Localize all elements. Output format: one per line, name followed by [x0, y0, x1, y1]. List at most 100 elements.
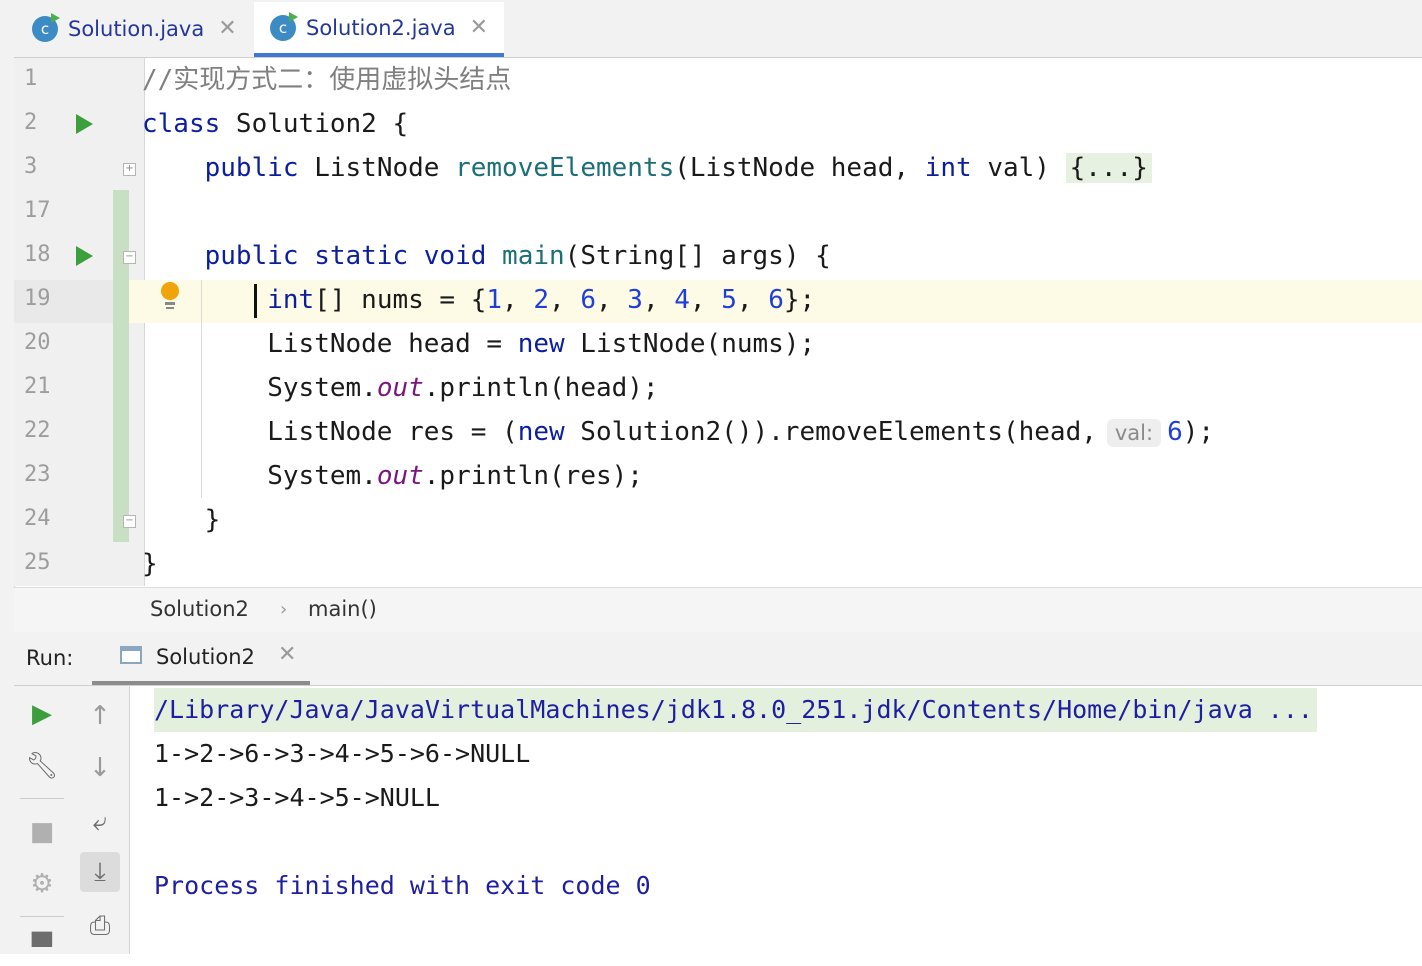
- keyword: public: [204, 153, 299, 183]
- code-text: ListNode(nums);: [564, 329, 816, 359]
- code-text: ListNode head =: [267, 329, 518, 359]
- class-icon: c: [32, 12, 60, 42]
- code-text: System.: [267, 373, 377, 403]
- code-text: Solution2 {: [220, 109, 409, 139]
- keyword: int: [267, 285, 315, 315]
- code-line-24: }: [142, 498, 221, 542]
- line-number: 20: [24, 330, 51, 355]
- line-number: 23: [24, 462, 51, 487]
- console-line: 1->2->6->3->4->5->6->NULL: [154, 739, 531, 768]
- line-number: 1: [24, 66, 38, 91]
- code-text: (ListNode head,: [674, 153, 925, 183]
- code-line-21: System.out.println(head);: [142, 366, 659, 410]
- parameter-hint: val:: [1106, 419, 1162, 447]
- number-literal: 6: [768, 285, 784, 315]
- code-line-20: ListNode head = new ListNode(nums);: [142, 322, 815, 366]
- code-text: .println(head);: [423, 373, 659, 403]
- keyword: class: [142, 109, 221, 139]
- close-icon[interactable]: ✕: [218, 16, 236, 41]
- breadcrumb-class[interactable]: Solution2: [150, 597, 249, 621]
- arrow-up-icon[interactable]: ↑: [82, 698, 118, 734]
- run-toolbar: ▶ 🔧︎ ■ ⚙ ▀ ↑ ↓ ⤶ ⤓ ⎙: [14, 686, 130, 963]
- code-text: val): [971, 153, 1066, 183]
- number-literal: 1: [486, 285, 503, 315]
- close-icon[interactable]: ✕: [278, 642, 296, 667]
- breadcrumb-method[interactable]: main(): [308, 597, 377, 621]
- code-text: };: [783, 285, 816, 315]
- tab-solution-java[interactable]: c Solution.java ✕: [32, 2, 237, 55]
- debug-settings-icon[interactable]: ⚙: [24, 866, 60, 902]
- code-line-19: int[] nums = {1, 2, 6, 3, 4, 5, 6};: [267, 285, 816, 315]
- fold-collapse-icon[interactable]: −: [123, 251, 136, 264]
- left-tool-strip: [0, 0, 15, 954]
- tab-label: Solution2.java: [306, 15, 456, 40]
- print-icon[interactable]: ⎙: [82, 908, 118, 944]
- code-text: ListNode res = (: [267, 417, 518, 447]
- line-number: 21: [24, 374, 51, 399]
- console-line-exit: Process finished with exit code 0: [154, 871, 651, 900]
- arrow-down-icon[interactable]: ↓: [82, 750, 118, 786]
- breadcrumb: Solution2 › main(): [14, 587, 1422, 633]
- static-field: out: [376, 373, 424, 403]
- code-text: (String[] args) {: [564, 241, 831, 271]
- code-line-3: public ListNode removeElements(ListNode …: [142, 146, 1152, 190]
- line-number: 24: [24, 506, 51, 531]
- run-label: Run:: [26, 646, 74, 670]
- rerun-icon[interactable]: ▶: [24, 696, 60, 732]
- comment: //实现方式二：使用虚拟头结点: [142, 65, 512, 95]
- run-main-icon[interactable]: [76, 246, 93, 266]
- code-text: }: [204, 505, 221, 535]
- layout-icon[interactable]: ▀: [24, 930, 60, 966]
- tab-solution2-java[interactable]: c Solution2.java ✕: [254, 2, 505, 57]
- number-literal: 2: [533, 285, 550, 315]
- code-line-2: class Solution2 {: [142, 102, 408, 146]
- tab-label: Solution.java: [68, 16, 205, 41]
- console-output[interactable]: /Library/Java/JavaVirtualMachines/jdk1.8…: [130, 686, 1422, 954]
- number-literal: 6: [1167, 417, 1183, 447]
- scroll-to-end-icon[interactable]: ⤓: [80, 852, 120, 892]
- console-line: 1->2->3->4->5->NULL: [154, 783, 440, 812]
- keyword: int: [924, 153, 972, 183]
- chevron-right-icon: ›: [280, 599, 288, 620]
- code-text: [] nums = {: [314, 285, 487, 315]
- soft-wrap-icon[interactable]: ⤶: [82, 804, 118, 840]
- close-icon[interactable]: ✕: [470, 15, 488, 40]
- number-literal: 6: [580, 285, 596, 315]
- run-tool-window-header: Run: Solution2 ✕: [14, 632, 1422, 686]
- vcs-change-marker[interactable]: [113, 190, 129, 542]
- class-icon: c: [270, 11, 298, 41]
- code-text: );: [1182, 417, 1215, 447]
- fold-expand-icon[interactable]: +: [123, 163, 136, 176]
- code-text: .println(res);: [423, 461, 643, 491]
- number-literal: 4: [674, 285, 690, 315]
- wrench-icon[interactable]: 🔧︎: [24, 748, 60, 784]
- run-tab-label: Solution2: [156, 645, 255, 669]
- code-text: System.: [267, 461, 377, 491]
- editor-tab-bar: c Solution.java ✕ c Solution2.java ✕: [14, 0, 1422, 58]
- keyword: new: [517, 417, 565, 447]
- line-number: 19: [24, 286, 51, 311]
- code-line-1: //实现方式二：使用虚拟头结点: [142, 58, 511, 102]
- code-text: ListNode: [298, 153, 456, 183]
- line-number: 25: [24, 550, 51, 575]
- static-field: out: [376, 461, 424, 491]
- run-tab-solution2[interactable]: Solution2 ✕: [92, 632, 310, 685]
- keyword: new: [517, 329, 565, 359]
- console-line-command: /Library/Java/JavaVirtualMachines/jdk1.8…: [154, 688, 1317, 732]
- line-number: 2: [24, 110, 38, 135]
- code-editor[interactable]: 1 2 3 17 18 19 20 21 22 23 24 25 + − − /…: [14, 58, 1422, 586]
- fold-end-icon[interactable]: −: [123, 515, 136, 528]
- code-line-25: }: [142, 542, 158, 586]
- code-text: Solution2()).removeElements(head,: [564, 417, 1097, 447]
- stop-icon[interactable]: ■: [24, 814, 60, 850]
- line-number: 3: [24, 154, 38, 179]
- toolbar-separator: [20, 916, 64, 917]
- run-class-icon[interactable]: [76, 114, 93, 134]
- method-name: removeElements: [455, 153, 675, 183]
- code-line-18: public static void main(String[] args) {: [142, 234, 831, 278]
- folded-region[interactable]: {...}: [1065, 153, 1152, 183]
- number-literal: 5: [721, 285, 737, 315]
- code-line-22: ListNode res = (new Solution2()).removeE…: [142, 410, 1214, 454]
- line-number: 17: [24, 198, 51, 223]
- number-literal: 3: [627, 285, 643, 315]
